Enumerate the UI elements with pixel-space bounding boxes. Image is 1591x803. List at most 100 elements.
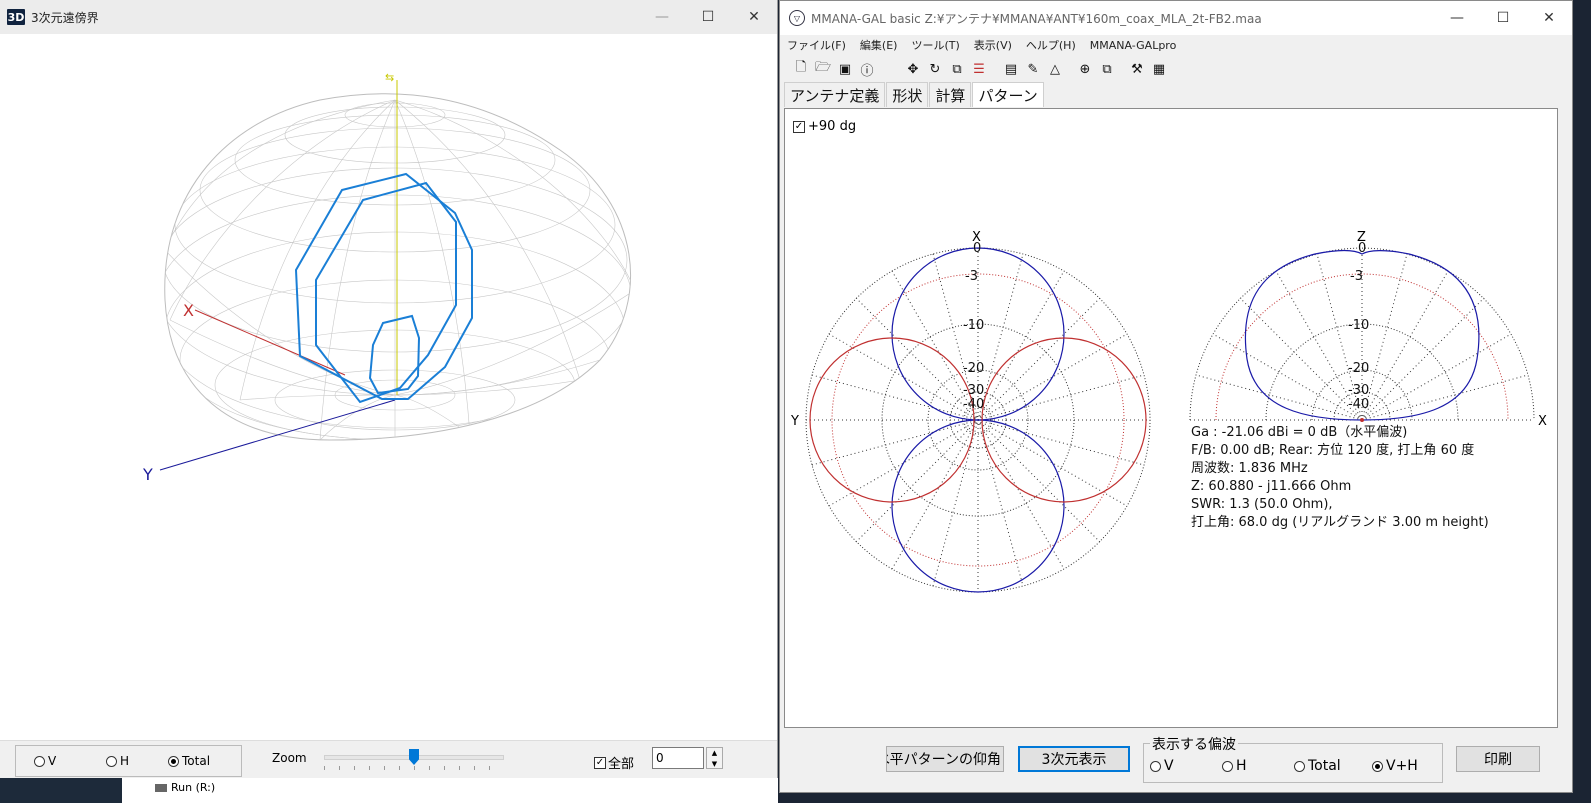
polarization-legend: 表示する偏波	[1150, 734, 1238, 754]
document-icon[interactable]: ▤	[1000, 58, 1022, 80]
pol-radio-h-indicator	[1222, 760, 1233, 772]
run-drive-label: Run (R:)	[171, 781, 216, 794]
far-field-titlebar[interactable]: 3D 3次元遠傍界 — ☐ ✕	[0, 0, 777, 34]
radio-v-indicator	[34, 755, 45, 767]
elevation-plot: Z X 0 -3 -10 -20 -30 -40	[1189, 230, 1547, 429]
tab-calculate[interactable]: 計算	[929, 82, 972, 107]
zoom-slider[interactable]	[324, 749, 504, 771]
open-folder-icon[interactable]: 🗁	[812, 58, 834, 80]
save-icon[interactable]: ▣	[834, 58, 856, 80]
pol-radio-v-label: V	[1164, 758, 1174, 774]
pol-radio-v-indicator	[1150, 760, 1161, 772]
triangle-icon[interactable]: △	[1044, 58, 1066, 80]
mmana-window-title: MMANA-GAL basic Z:¥アンテナ¥MMANA¥ANT¥160m_c…	[811, 11, 1262, 26]
pattern-plots-svg: X Y 0 -3 -10 -20 -30 -40 Z X 0 -3 -10 -2…	[790, 230, 1547, 593]
background-window	[0, 778, 122, 803]
mmana-gal-window: ▽ MMANA-GAL basic Z:¥アンテナ¥MMANA¥ANT¥160m…	[779, 0, 1573, 793]
menu-view[interactable]: 表示(V)	[967, 37, 1019, 53]
all-checkbox-box: ✓	[594, 756, 606, 769]
scale-icon[interactable]: ⧉	[946, 58, 968, 80]
zoom-label: Zoom	[272, 751, 307, 765]
frequency-line: 周波数: 1.836 MHz	[1191, 461, 1308, 476]
azimuth-ring-labels: 0 -3 -10 -20 -30 -40	[963, 241, 984, 412]
new-file-icon[interactable]: 🗋	[790, 58, 812, 80]
horizontal-pattern-elevation-button[interactable]: 水平パターンの仰角	[886, 746, 1004, 772]
swr-line: SWR: 1.3 (50.0 Ohm),	[1191, 497, 1333, 512]
drive-icon	[155, 783, 167, 792]
pol-radio-h[interactable]: H	[1222, 758, 1247, 774]
minimize-icon[interactable]: —	[1434, 1, 1480, 35]
maximize-icon[interactable]: ☐	[1480, 1, 1526, 35]
radio-v-label: V	[48, 754, 57, 768]
pol-radio-vh-indicator	[1372, 760, 1383, 772]
radio-h[interactable]: H	[106, 754, 129, 768]
target-icon[interactable]: ⊕	[1074, 58, 1096, 80]
move-icon[interactable]: ✥	[902, 58, 924, 80]
zoom-slider-thumb[interactable]	[409, 749, 419, 765]
menu-help[interactable]: ヘルプ(H)	[1019, 37, 1083, 53]
z-axis-marker: ⇆	[385, 71, 394, 84]
all-checkbox-label: 全部	[608, 757, 635, 772]
azimuth-left-label: Y	[790, 414, 799, 429]
ring-label-minus20: -20	[1348, 361, 1369, 376]
ring-label-minus3: -3	[1350, 269, 1363, 284]
tools-icon[interactable]: ⚒	[1126, 58, 1148, 80]
toolbar: 🗋 🗁 ▣ ⓘ ✥ ↻ ⧉ ☰ ▤ ✎ △ ⊕ ⧉ ⚒ ▦	[780, 57, 1572, 81]
pol-radio-total-label: Total	[1308, 758, 1341, 774]
elevation-right-label: X	[1538, 414, 1547, 429]
menu-pro[interactable]: MMANA-GALpro	[1083, 39, 1184, 52]
tab-antenna-definition[interactable]: アンテナ定義	[784, 82, 886, 107]
pattern-3d-svg: ⇆ X Y	[142, 71, 632, 484]
y-axis-label: Y	[142, 465, 153, 484]
ring-label-minus40: -40	[1348, 397, 1369, 412]
polarization-radio-group: V H Total	[15, 745, 242, 777]
all-checkbox[interactable]: ✓ 全部	[594, 753, 634, 772]
tab-geometry[interactable]: 形状	[886, 82, 929, 107]
close-icon[interactable]: ✕	[1526, 1, 1572, 35]
show-3d-button[interactable]: 3次元表示	[1018, 746, 1130, 772]
tab-strip: アンテナ定義 形状 計算 パターン	[784, 82, 1045, 107]
pattern-3d-canvas[interactable]: ⇆ X Y	[0, 34, 777, 740]
print-button[interactable]: 印刷	[1456, 746, 1540, 772]
gain-line: Ga : -21.06 dBi = 0 dB（水平偏波)	[1191, 425, 1408, 440]
pol-radio-vh[interactable]: V+H	[1372, 758, 1418, 774]
pol-radio-total[interactable]: Total	[1294, 758, 1341, 774]
spin-arrows[interactable]: ▲ ▼	[706, 747, 723, 769]
radio-v[interactable]: V	[34, 754, 56, 768]
front-back-line: F/B: 0.00 dB; Rear: 方位 120 度, 打上角 60 度	[1191, 443, 1475, 458]
menu-bar: ファイル(F) 編集(E) ツール(T) 表示(V) ヘルプ(H) MMANA-…	[780, 35, 1572, 55]
radio-total-label: Total	[182, 754, 211, 768]
wires-icon[interactable]: ☰	[968, 58, 990, 80]
elevation-ring-labels: 0 -3 -10 -20 -30 -40	[1348, 241, 1369, 412]
radio-total[interactable]: Total	[168, 754, 210, 768]
radio-h-label: H	[120, 754, 130, 768]
maximize-icon[interactable]: ☐	[685, 0, 731, 34]
menu-tools[interactable]: ツール(T)	[904, 37, 966, 53]
pattern-panel: ✓ +90 dg X Y 0 -3 -10 -20 -30 -40 Z X 0 …	[784, 108, 1558, 728]
rotate-icon[interactable]: ↻	[924, 58, 946, 80]
desktop-background-strip	[1573, 0, 1591, 803]
ring-label-0: 0	[1358, 241, 1366, 256]
pol-radio-v[interactable]: V	[1150, 758, 1174, 774]
pen-icon[interactable]: ✎	[1022, 58, 1044, 80]
far-field-3d-window: 3D 3次元遠傍界 — ☐ ✕ ⇆ X Y V H Total Zoom ✓ 全…	[0, 0, 778, 803]
mmana-titlebar[interactable]: ▽ MMANA-GAL basic Z:¥アンテナ¥MMANA¥ANT¥160m…	[780, 1, 1572, 35]
y-axis-line	[159, 399, 396, 471]
ring-label-minus30: -30	[963, 383, 984, 398]
rotation-spin-input[interactable]: 0	[652, 747, 704, 769]
minimize-icon[interactable]: —	[639, 0, 685, 34]
background-task-strip: Run (R:)	[0, 778, 778, 803]
calculator-icon[interactable]: ▦	[1148, 58, 1170, 80]
menu-file[interactable]: ファイル(F)	[780, 37, 853, 53]
x-axis-label: X	[183, 301, 194, 320]
ring-label-minus10: -10	[1348, 318, 1369, 333]
copy-icon[interactable]: ⧉	[1096, 58, 1118, 80]
tab-pattern[interactable]: パターン	[972, 82, 1044, 107]
info-icon[interactable]: ⓘ	[856, 58, 878, 80]
run-drive-item[interactable]: Run (R:)	[155, 781, 215, 794]
close-icon[interactable]: ✕	[731, 0, 777, 34]
window-title: 3次元遠傍界	[31, 10, 99, 25]
menu-edit[interactable]: 編集(E)	[853, 37, 905, 53]
radio-h-indicator	[106, 755, 117, 767]
view-controls-bar: V H Total Zoom ✓ 全部 0 ▲ ▼	[0, 740, 777, 779]
